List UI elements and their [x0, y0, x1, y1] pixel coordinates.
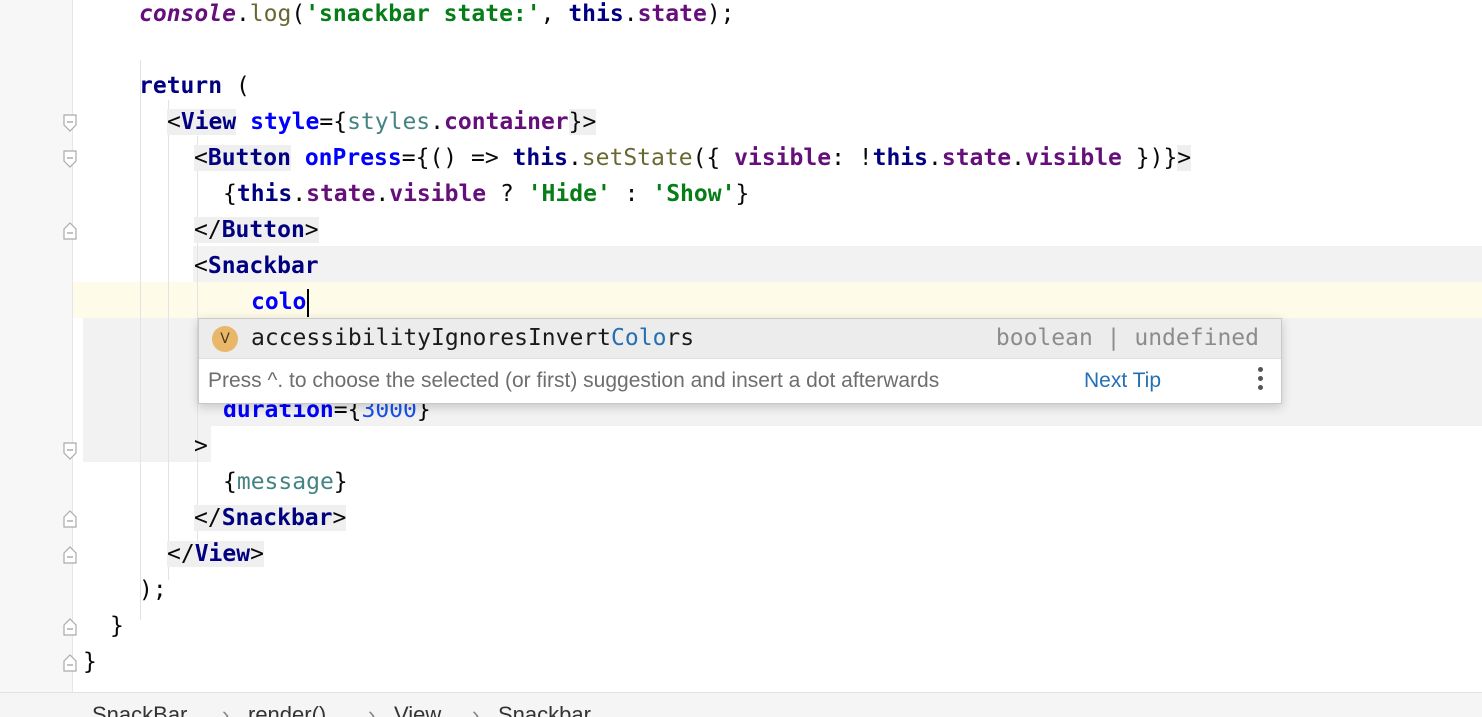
chevron-right-icon: ›: [472, 702, 480, 717]
variable-icon: V: [212, 326, 238, 352]
breadcrumb-item[interactable]: View: [394, 701, 441, 717]
code-line: {message}: [223, 469, 348, 495]
code-line: </Button>: [194, 217, 319, 243]
chevron-right-icon: ›: [222, 702, 230, 717]
breadcrumb: SnackBar › render() › View › Snackbar: [0, 692, 1482, 717]
code-line: console.log('snackbar state:', this.stat…: [139, 1, 735, 27]
code-line: </View>: [167, 541, 264, 567]
code-line: <Button onPress={() => this.setState({ v…: [194, 145, 1192, 171]
code-line: </Snackbar>: [194, 505, 347, 531]
code-line: );: [139, 577, 167, 603]
editor-gutter[interactable]: [0, 0, 77, 692]
code-line: <Snackbar: [194, 253, 319, 279]
code-line-current[interactable]: colo: [251, 284, 310, 320]
more-options-icon[interactable]: [1257, 367, 1263, 395]
code-line: {this.state.visible ? 'Hide' : 'Show'}: [223, 181, 750, 207]
chevron-right-icon: ›: [368, 702, 376, 717]
code-line: }: [83, 649, 97, 675]
autocomplete-popup[interactable]: V accessibilityIgnoresInvertColors boole…: [198, 318, 1282, 404]
breadcrumb-item[interactable]: Snackbar: [498, 701, 591, 717]
autocomplete-hint: Press ^. to choose the selected (or firs…: [208, 369, 940, 392]
suggestion-type: boolean | undefined: [995, 325, 1259, 351]
next-tip-link[interactable]: Next Tip: [1084, 359, 1161, 402]
tag-highlight-row: [193, 246, 1482, 282]
autocomplete-suggestion[interactable]: V accessibilityIgnoresInvertColors boole…: [199, 319, 1281, 359]
tag-highlight-row: [83, 426, 211, 462]
indent-guide: [168, 100, 169, 580]
text-caret: [307, 288, 310, 317]
code-line: >: [194, 433, 208, 459]
breadcrumb-item[interactable]: render(): [248, 701, 326, 717]
code-line: <View style={styles.container}>: [167, 109, 597, 135]
suggestion-name: accessibilityIgnoresInvertColors: [251, 325, 695, 351]
code-line: }: [110, 613, 124, 639]
breadcrumb-item[interactable]: SnackBar: [92, 701, 187, 717]
indent-guide: [140, 60, 141, 620]
code-line: return (: [139, 73, 250, 99]
